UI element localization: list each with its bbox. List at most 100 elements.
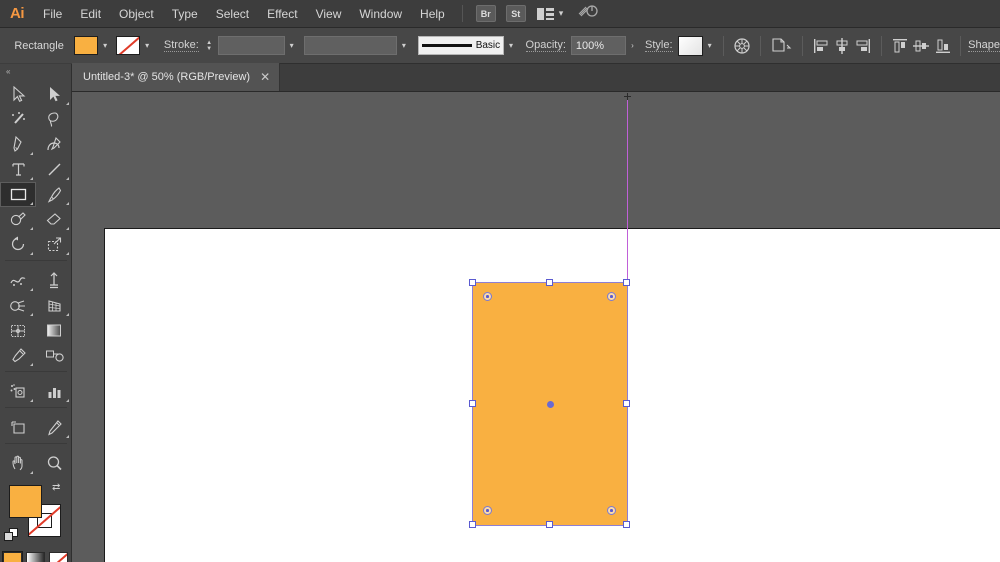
slice-tool[interactable] <box>36 415 72 440</box>
line-segment-tool[interactable] <box>36 157 72 182</box>
live-corner-widget-top-left[interactable] <box>483 292 492 301</box>
handle-bottom-right[interactable] <box>623 521 630 528</box>
chevron-down-icon[interactable]: ▾ <box>504 41 518 50</box>
menu-view[interactable]: View <box>307 0 351 28</box>
stroke-weight-input[interactable] <box>218 36 284 55</box>
align-center-horizontal-icon[interactable] <box>831 35 852 57</box>
scale-tool[interactable] <box>36 232 72 257</box>
search-help-icon[interactable] <box>577 3 599 24</box>
chevron-down-icon[interactable]: ▾ <box>285 41 299 50</box>
column-graph-tool[interactable] <box>36 379 72 404</box>
width-warp-tool[interactable] <box>0 268 36 293</box>
perspective-grid-tool[interactable] <box>36 293 72 318</box>
menu-window[interactable]: Window <box>350 0 411 28</box>
menu-help[interactable]: Help <box>411 0 454 28</box>
align-center-vertical-icon[interactable] <box>910 35 931 57</box>
close-icon[interactable]: ✕ <box>260 71 270 83</box>
magic-wand-tool[interactable] <box>0 107 36 132</box>
recolor-artwork-icon[interactable] <box>731 35 752 57</box>
shaper-pencil-tool[interactable] <box>0 207 36 232</box>
live-corner-widget-bottom-right[interactable] <box>607 506 616 515</box>
tool-group-divider <box>5 371 67 377</box>
none-mode-button[interactable] <box>49 552 68 562</box>
menu-edit[interactable]: Edit <box>71 0 110 28</box>
live-corner-widget-bottom-left[interactable] <box>483 506 492 515</box>
align-right-icon[interactable] <box>853 35 874 57</box>
workspace-switcher[interactable]: ▾ <box>537 8 564 20</box>
opacity-input[interactable]: 100% <box>571 36 626 55</box>
collapse-panel-icon[interactable]: « <box>0 64 71 78</box>
handle-top-center[interactable] <box>546 279 553 286</box>
align-top-icon[interactable] <box>889 35 910 57</box>
document-tab[interactable]: Untitled-3* @ 50% (RGB/Preview) ✕ <box>72 63 280 91</box>
rectangle-tool[interactable] <box>0 182 36 207</box>
chevron-down-icon[interactable]: ▾ <box>140 41 154 50</box>
curvature-tool[interactable] <box>36 132 72 157</box>
hand-tool[interactable] <box>0 451 36 476</box>
handle-bottom-center[interactable] <box>546 521 553 528</box>
stroke-swatch-none[interactable] <box>116 36 140 55</box>
menu-file[interactable]: File <box>34 0 71 28</box>
default-fill-stroke-icon[interactable] <box>4 528 18 542</box>
control-divider <box>760 36 761 56</box>
handle-top-right[interactable] <box>623 279 630 286</box>
direct-selection-tool[interactable] <box>36 82 72 107</box>
brush-stroke-preview <box>422 44 471 47</box>
handle-middle-left[interactable] <box>469 400 476 407</box>
selection-tool[interactable] <box>0 82 36 107</box>
handle-middle-right[interactable] <box>623 400 630 407</box>
artboard-tool[interactable] <box>0 415 36 440</box>
zoom-tool[interactable] <box>36 451 72 476</box>
stroke-color-control[interactable]: ▾ <box>116 36 154 55</box>
blend-tool[interactable] <box>36 343 72 368</box>
lasso-tool[interactable] <box>36 107 72 132</box>
tool-group-divider <box>5 443 67 449</box>
handle-bottom-left[interactable] <box>469 521 476 528</box>
canvas-area[interactable] <box>72 92 1000 562</box>
rotate-tool[interactable] <box>0 232 36 257</box>
shape-properties-label[interactable]: Shape <box>968 39 1000 52</box>
swap-fill-stroke-icon[interactable]: ⇄ <box>52 482 66 496</box>
fill-swatch[interactable] <box>74 36 98 55</box>
brush-definition-dropdown[interactable]: Basic <box>418 36 504 55</box>
color-mode-button[interactable] <box>3 552 22 562</box>
stock-button[interactable]: St <box>506 5 526 22</box>
control-bar: Rectangle ▾ ▾ Stroke: ▲▼ ▾ ▾ Basic ▾ Opa… <box>0 28 1000 64</box>
chevron-down-icon[interactable]: ▾ <box>703 41 717 50</box>
eraser-tool[interactable] <box>36 207 72 232</box>
shape-center-point[interactable] <box>547 401 554 408</box>
pen-tool[interactable] <box>0 132 36 157</box>
style-label[interactable]: Style: <box>645 39 673 52</box>
opacity-label[interactable]: Opacity: <box>526 39 566 52</box>
menu-effect[interactable]: Effect <box>258 0 306 28</box>
menu-bar: Ai File Edit Object Type Select Effect V… <box>0 0 1000 28</box>
gradient-tool[interactable] <box>36 318 72 343</box>
paintbrush-tool[interactable] <box>36 182 72 207</box>
eyedropper-tool[interactable] <box>0 343 36 368</box>
stroke-weight-label[interactable]: Stroke: <box>164 39 199 52</box>
transform-icon[interactable] <box>768 35 795 57</box>
stroke-weight-stepper[interactable]: ▲▼ <box>204 36 215 55</box>
menu-object[interactable]: Object <box>110 0 163 28</box>
symbol-sprayer-tool[interactable] <box>0 379 36 404</box>
graphic-style-swatch[interactable] <box>678 36 703 56</box>
mesh-tool[interactable] <box>0 318 36 343</box>
chevron-down-icon[interactable]: ▾ <box>98 41 112 50</box>
align-left-icon[interactable] <box>810 35 831 57</box>
chevron-down-icon[interactable]: ▾ <box>397 41 411 50</box>
bridge-button[interactable]: Br <box>476 5 496 22</box>
toolbar-fill-swatch[interactable] <box>9 485 42 518</box>
menu-select[interactable]: Select <box>207 0 258 28</box>
fill-control[interactable]: ▾ <box>74 36 112 55</box>
stroke-profile-input[interactable] <box>304 36 397 55</box>
handle-top-left[interactable] <box>469 279 476 286</box>
live-corner-widget-top-right[interactable] <box>607 292 616 301</box>
shape-builder-tool[interactable] <box>0 293 36 318</box>
menu-type[interactable]: Type <box>163 0 207 28</box>
smart-guide-anchor-icon <box>624 93 631 100</box>
gradient-mode-button[interactable] <box>26 552 45 562</box>
type-tool[interactable] <box>0 157 36 182</box>
free-transform-tool[interactable] <box>36 268 72 293</box>
opacity-options-chevron[interactable]: › <box>626 41 640 50</box>
align-bottom-icon[interactable] <box>932 35 953 57</box>
